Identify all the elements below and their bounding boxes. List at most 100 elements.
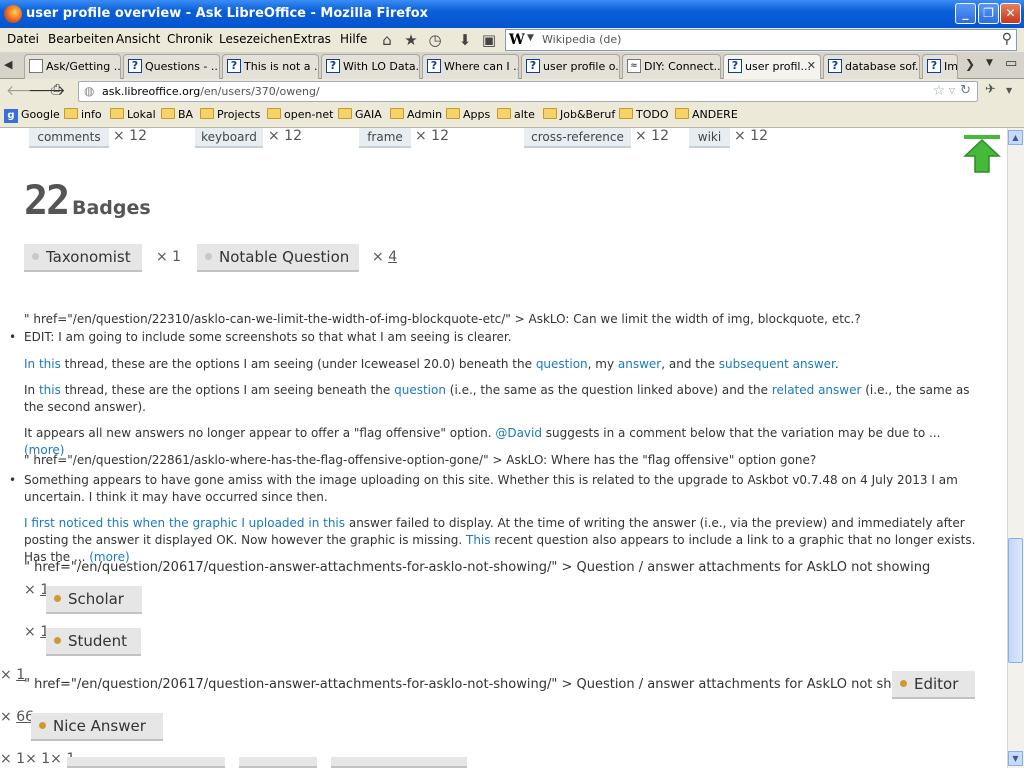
link-this[interactable]: this xyxy=(39,383,61,397)
bookmark-folder-andere[interactable]: ANDERE xyxy=(675,108,738,124)
badge-editor[interactable]: Editor xyxy=(892,671,975,699)
tab[interactable]: ? user profile o... xyxy=(521,54,620,79)
link-related-answer[interactable]: related answer xyxy=(772,383,862,397)
close-window-button[interactable]: ✕ xyxy=(1000,3,1021,24)
engine-dropdown-icon[interactable]: ▼ xyxy=(527,33,534,43)
toolbar-overflow-icon[interactable]: ▼ xyxy=(1006,86,1012,95)
tab[interactable]: ? This is not a ... xyxy=(222,54,319,79)
bookmark-folder-projects[interactable]: Projects xyxy=(200,108,260,124)
badge-taxonomist[interactable]: Taxonomist xyxy=(24,244,142,272)
download-icon[interactable]: ⬇ xyxy=(455,30,475,50)
badge-multiplier: × 66 xyxy=(0,709,34,725)
bookmark-star-icon[interactable]: ★ xyxy=(401,30,421,50)
reload-icon[interactable]: ↻ xyxy=(960,83,971,98)
menu-lesezeichen[interactable]: Lesezeichen xyxy=(219,32,293,46)
badge-partial[interactable] xyxy=(239,757,317,768)
bookmark-folder-info[interactable]: info xyxy=(64,108,102,124)
bookmark-folder-job-beruf[interactable]: Job&Beruf xyxy=(543,108,615,124)
tag-keyboard[interactable]: keyboard xyxy=(195,128,263,148)
page-icon xyxy=(29,59,43,73)
menu-hilfe[interactable]: Hilfe xyxy=(340,32,367,46)
bookmark-folder-admin[interactable]: Admin xyxy=(390,108,442,124)
addons-icon[interactable]: ▣ xyxy=(479,30,499,50)
tab[interactable]: ? database sof... xyxy=(823,54,920,79)
menu-chronik[interactable]: Chronik xyxy=(167,32,213,46)
scrollbar-thumb[interactable] xyxy=(1008,538,1023,663)
site-identity-icon[interactable]: ◍ xyxy=(84,84,94,98)
tag-comments[interactable]: comments xyxy=(29,128,109,148)
bookmark-folder-lokal[interactable]: Lokal xyxy=(110,108,156,124)
bookmark-folder-open-net[interactable]: open-net xyxy=(267,108,333,124)
badge-nice-answer[interactable]: Nice Answer xyxy=(31,713,163,741)
wikipedia-engine-icon[interactable]: W xyxy=(509,32,525,48)
print-icon[interactable]: ⎙ xyxy=(51,82,62,98)
home-icon[interactable]: ⌂ xyxy=(377,30,397,50)
link-user-david[interactable]: @David xyxy=(495,426,542,440)
tab[interactable]: ? Imp xyxy=(922,54,958,79)
mult-sign: × xyxy=(0,709,17,725)
search-box[interactable]: W ▼ Wikipedia (de) ⚲ xyxy=(505,29,1017,51)
close-tab-icon[interactable]: ✕ xyxy=(807,59,816,72)
href-text-1: " href="/en/question/22310/asklo-can-we-… xyxy=(24,312,861,326)
link-first-noticed[interactable]: I first noticed this when the graphic I … xyxy=(24,516,345,530)
tab[interactable]: ? Questions - ... xyxy=(123,54,220,79)
tab-active[interactable]: ? user profil... ✕ xyxy=(723,54,821,80)
minimize-button[interactable]: _ xyxy=(955,3,976,24)
all-tabs-dropdown-icon[interactable]: ▼ xyxy=(986,58,993,68)
link-question[interactable]: question xyxy=(394,383,446,397)
badge-label: Student xyxy=(68,632,128,650)
menu-bearbeiten[interactable]: Bearbeiten xyxy=(48,32,114,46)
tab[interactable]: ? With LO Data... xyxy=(321,54,420,79)
url-history-dropdown-icon[interactable]: ▽ xyxy=(949,86,955,95)
url-text[interactable]: ask.libreoffice.org/en/users/370/oweng/ xyxy=(102,85,320,98)
extension-icon[interactable]: ✈ xyxy=(985,82,996,97)
badge-multiplier: × 1 xyxy=(156,249,182,265)
history-clock-icon[interactable]: ◷ xyxy=(425,30,445,50)
scroll-up-icon[interactable]: ▲ xyxy=(1008,130,1023,145)
address-bar[interactable]: ◍ ask.libreoffice.org/en/users/370/oweng… xyxy=(78,81,978,102)
tag-frame[interactable]: frame xyxy=(359,128,411,148)
question-paragraph: In this thread, these are the options I … xyxy=(24,356,984,373)
tabs-scroll-left-icon[interactable]: ◀ xyxy=(4,58,12,71)
vertical-scrollbar[interactable] xyxy=(1007,128,1024,768)
bookmark-google[interactable]: g Google xyxy=(4,108,60,124)
tag-cross-reference[interactable]: cross-reference xyxy=(524,128,631,148)
tab-label: database sof... xyxy=(845,60,920,73)
link-question[interactable]: question xyxy=(536,357,588,371)
tab[interactable]: ? Where can I ... xyxy=(422,54,519,79)
mult-link[interactable]: 4 xyxy=(388,249,397,265)
new-tab-icon[interactable]: ▭ xyxy=(1005,56,1017,71)
bookmark-folder-apps[interactable]: Apps xyxy=(446,108,490,124)
maximize-button[interactable]: ❐ xyxy=(978,3,999,24)
tab-label: Where can I ... xyxy=(444,60,519,73)
link-answer[interactable]: answer xyxy=(618,357,661,371)
search-icon[interactable]: ⚲ xyxy=(1002,31,1012,47)
link-this[interactable]: This xyxy=(466,533,491,547)
bookmark-folder-alte[interactable]: alte xyxy=(497,108,535,124)
back-to-top-arrow-icon[interactable] xyxy=(963,134,1001,174)
menu-extras[interactable]: Extras xyxy=(293,32,331,46)
menu-ansicht[interactable]: Ansicht xyxy=(116,32,160,46)
tag-wiki[interactable]: wiki xyxy=(689,128,730,148)
tabs-scroll-right-icon[interactable]: ❯ xyxy=(965,57,975,71)
folder-icon xyxy=(267,108,281,119)
badge-label: Editor xyxy=(914,675,959,693)
badge-partial[interactable] xyxy=(331,757,467,768)
bronze-dot-icon xyxy=(54,637,61,644)
tab[interactable]: ≈ DIY: Connect... xyxy=(622,54,721,79)
badge-dot-icon xyxy=(205,253,212,260)
scroll-down-icon[interactable]: ▼ xyxy=(1008,751,1023,766)
question-excerpt-2: Something appears to have gone amiss wit… xyxy=(24,473,958,504)
badge-notable-question[interactable]: Notable Question xyxy=(197,244,359,272)
bookmark-page-star-icon[interactable]: ☆ xyxy=(932,83,945,99)
bookmark-folder-gaia[interactable]: GAIA xyxy=(338,108,382,124)
badge-student[interactable]: Student xyxy=(46,628,141,656)
bookmark-folder-todo[interactable]: TODO xyxy=(619,108,669,124)
bookmark-folder-ba[interactable]: BA xyxy=(161,108,193,124)
badge-partial[interactable] xyxy=(67,757,225,768)
link-in-this[interactable]: In this xyxy=(24,357,61,371)
tab[interactable]: Ask/Getting ... xyxy=(24,54,121,79)
badge-scholar[interactable]: Scholar xyxy=(46,586,142,614)
link-subsequent-answer[interactable]: subsequent answer xyxy=(719,357,835,371)
menu-datei[interactable]: Datei xyxy=(7,32,39,46)
